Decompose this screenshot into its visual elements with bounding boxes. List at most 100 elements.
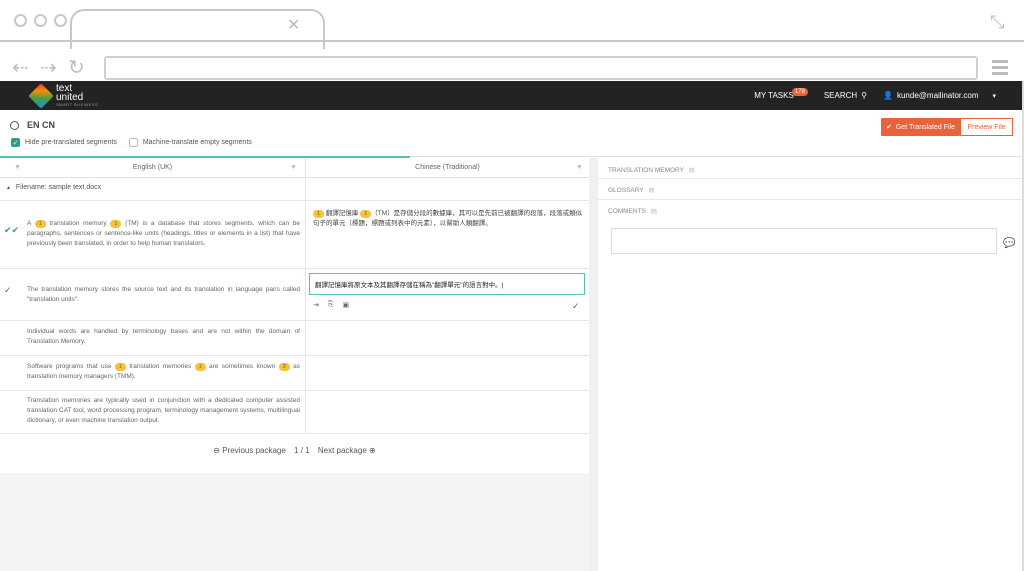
filter-icon[interactable]: ▼: [14, 164, 21, 171]
segment-row-active[interactable]: ✓ The translation memory stores the sour…: [0, 268, 589, 320]
segment-row[interactable]: Individual words are handled by terminol…: [0, 320, 589, 355]
machine-translate-checkbox[interactable]: Machine-translate empty segments: [128, 138, 252, 147]
comments-label: COMMENTS: [608, 208, 646, 215]
forward-arrow-icon[interactable]: ⇢: [40, 58, 57, 78]
search-icon: ⚲: [861, 91, 868, 100]
tm-label: TRANSLATION MEMORY: [608, 167, 684, 174]
inline-tag[interactable]: 1: [313, 210, 325, 218]
filename-label: ▲ Filename: sample text.docx: [6, 184, 101, 191]
filter-icon[interactable]: ▼: [576, 164, 583, 171]
source-text: A 1 translation memory 1 (TM) is a datab…: [27, 219, 300, 249]
source-text: The translation memory stores the source…: [27, 286, 300, 303]
hide-pretranslated-label: Hide pre-translated segments: [25, 139, 117, 146]
header-nav: MY TASKS 178 SEARCH ⚲ 👤 kunde@mailinator…: [738, 81, 996, 110]
hide-pretranslated-checkbox[interactable]: ✓ Hide pre-translated segments: [11, 138, 117, 147]
my-tasks-link[interactable]: MY TASKS 178: [754, 87, 808, 100]
target-column-label: Chinese (Traditional): [415, 164, 480, 171]
app-header: text united SMART BUSINESS MY TASKS 178 …: [0, 81, 1024, 110]
source-text: Individual words are handled by terminol…: [27, 328, 300, 345]
pager: ⊖ Previous package 1 / 1 Next package ⊕: [0, 446, 589, 455]
segment-row[interactable]: Translation memories are typically used …: [0, 390, 589, 434]
list-icon: ▤: [648, 187, 655, 194]
inline-tag[interactable]: 2: [278, 363, 290, 371]
preview-file-button[interactable]: Preview File: [960, 118, 1013, 136]
source-text: Software programs that use 1 translation…: [27, 362, 300, 382]
user-menu[interactable]: 👤 kunde@mailinator.com ▾: [883, 91, 996, 100]
source-text-part: are sometimes known: [205, 363, 279, 370]
target-edit-field[interactable]: 翻譯記憶庫將原文本及其翻譯存儲在稱為"翻譯單元"的語言對中。|: [309, 273, 585, 295]
menu-icon[interactable]: [992, 60, 1008, 78]
machine-translate-label: Machine-translate empty segments: [142, 139, 252, 146]
reload-icon[interactable]: ↻: [68, 58, 85, 78]
copy-source-icon[interactable]: ⎘: [328, 301, 334, 309]
window-minimize-dot[interactable]: [34, 14, 47, 27]
translation-memory-section[interactable]: TRANSLATION MEMORY ▤: [608, 166, 695, 174]
filename-text: Filename: sample text.docx: [15, 184, 102, 191]
source-column-label: English (UK): [132, 164, 173, 171]
source-text-part: Software programs that use: [27, 363, 115, 370]
address-bar[interactable]: [104, 56, 978, 80]
language-pair-title: EN CN: [10, 120, 55, 130]
search-link[interactable]: SEARCH ⚲: [824, 91, 867, 100]
checkbox-checked-icon: ✓: [11, 138, 20, 147]
checkbox-unchecked-icon: [128, 138, 138, 147]
options-row: ✓ Hide pre-translated segments Machine-t…: [11, 138, 264, 147]
search-label: SEARCH: [823, 91, 858, 100]
next-package-label: Next package: [317, 446, 367, 455]
inline-tag[interactable]: 1: [34, 220, 46, 228]
back-arrow-icon[interactable]: ⇠: [12, 58, 29, 78]
segment-row[interactable]: Software programs that use 1 translation…: [0, 355, 589, 390]
window-maximize-dot[interactable]: [54, 14, 67, 27]
source-text-part: translation memory: [45, 220, 111, 227]
inline-tag[interactable]: 1: [194, 363, 206, 371]
get-file-label: Get Translated File: [895, 123, 955, 131]
next-circle-icon: ⊕: [369, 446, 376, 455]
user-email: kunde@mailinator.com: [896, 91, 979, 100]
tasks-count-badge: 178: [791, 87, 808, 96]
get-translated-file-button[interactable]: ✔ Get Translated File: [881, 118, 960, 136]
lang-pair-label: EN CN: [27, 120, 56, 130]
filter-icon[interactable]: ▼: [290, 164, 297, 171]
collapse-icon[interactable]: ▲: [6, 185, 11, 191]
segment-editor: ▼ English (UK) ▼ Chinese (Traditional) ▼…: [0, 158, 589, 473]
target-column-header[interactable]: Chinese (Traditional) ▼: [305, 158, 589, 178]
logo-mark-icon: [28, 83, 54, 109]
segment-row[interactable]: ✔✔ A 1 translation memory 1 (TM) is a da…: [0, 200, 589, 268]
editor-footer-area: [0, 473, 589, 571]
prev-circle-icon: ⊖: [213, 446, 220, 455]
panel-splitter[interactable]: [589, 158, 598, 571]
glossary-section[interactable]: GLOSSARY ▤: [608, 186, 655, 194]
double-check-icon: ✔✔: [4, 225, 20, 235]
confirm-check-icon[interactable]: ✓: [572, 301, 580, 312]
inline-tag[interactable]: 1: [110, 220, 122, 228]
source-text-part: A: [27, 220, 35, 227]
chat-bubble-icon[interactable]: 💬: [1003, 238, 1015, 249]
chevron-down-icon: ▾: [992, 92, 996, 100]
window-close-dot[interactable]: [14, 14, 27, 27]
comments-section[interactable]: COMMENTS ▤: [608, 207, 657, 215]
machine-translate-icon[interactable]: ▣: [342, 301, 349, 309]
back-circle-icon[interactable]: [10, 120, 19, 130]
browser-chrome: ✕ ⤡ ⇠ ⇢ ↻: [0, 0, 1024, 80]
check-icon: ✔: [885, 124, 892, 131]
page-indicator: 1 / 1: [294, 446, 310, 455]
prev-package-link[interactable]: ⊖ Previous package: [213, 446, 286, 455]
my-tasks-label: MY TASKS: [754, 91, 794, 100]
resize-icon[interactable]: ⤡: [990, 12, 1004, 33]
insert-tag-icon[interactable]: ⇥: [313, 301, 319, 309]
progress-track: [410, 156, 1024, 157]
comment-input[interactable]: [611, 228, 997, 254]
divider: [598, 178, 1024, 179]
source-column-header[interactable]: ▼ English (UK) ▼: [0, 158, 305, 178]
check-icon: ✓: [4, 285, 12, 295]
tab-close-icon[interactable]: ✕: [287, 18, 300, 34]
target-text[interactable]: 1 翻譯記憶庫 1 （TM）是存儲分段的數據庫，其可以是先前已被翻譯的段落，段落或…: [313, 209, 583, 229]
logo[interactable]: text united SMART BUSINESS: [28, 83, 98, 109]
list-icon: ▤: [650, 208, 657, 215]
next-package-link[interactable]: Next package ⊕: [318, 446, 376, 455]
user-icon: 👤: [883, 91, 893, 100]
inline-tag[interactable]: 1: [114, 363, 126, 371]
source-text: Translation memories are typically used …: [27, 397, 300, 424]
inline-tag[interactable]: 1: [360, 210, 372, 218]
logo-text: text united SMART BUSINESS: [56, 84, 98, 108]
